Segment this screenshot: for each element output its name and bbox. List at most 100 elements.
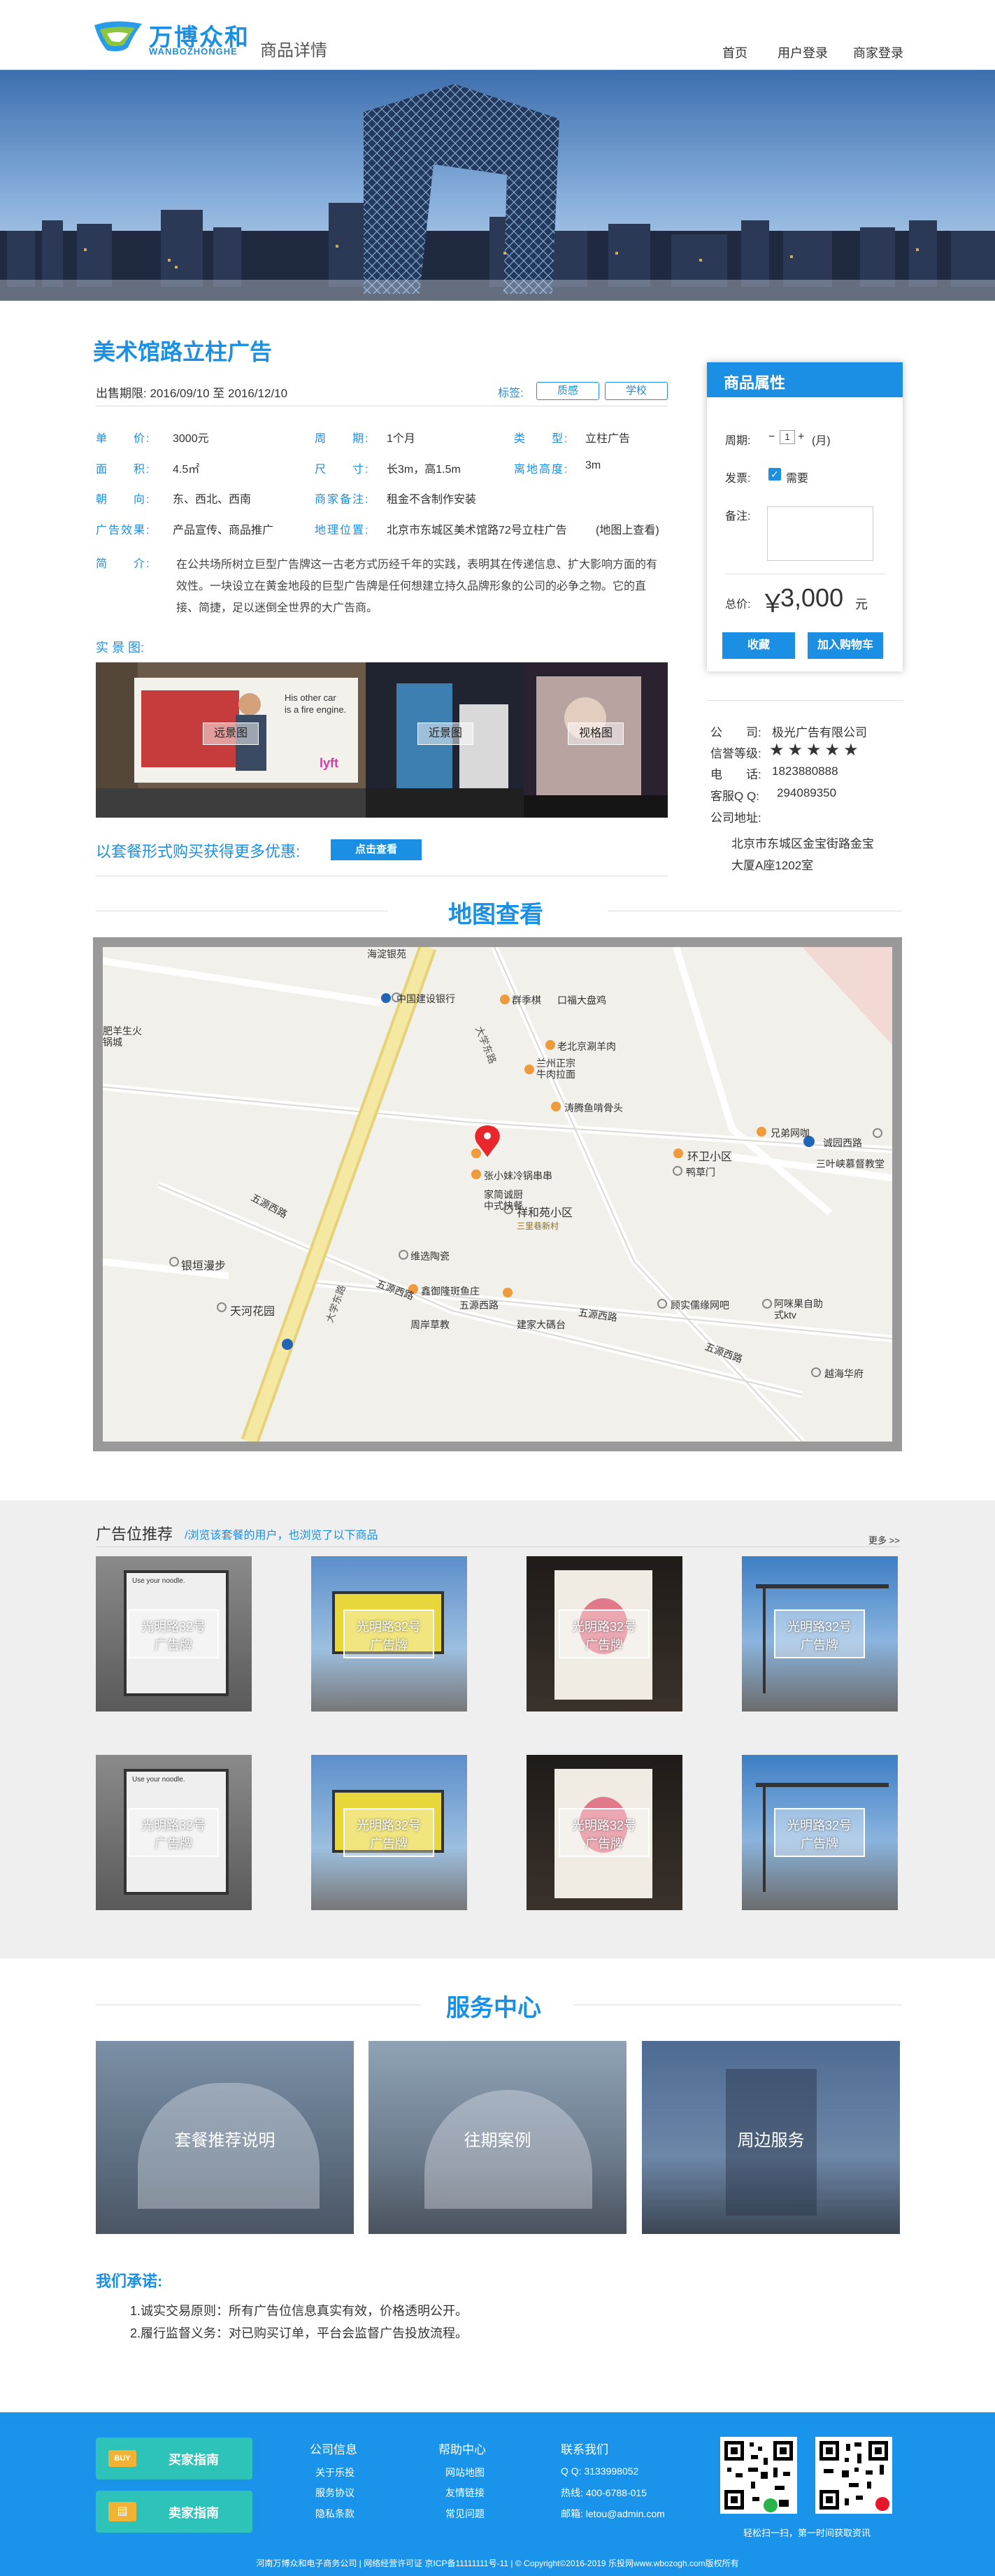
footer-link-friends[interactable]: 友情链接 xyxy=(445,2486,485,2500)
map-label: 维选陶瓷 xyxy=(410,1251,450,1262)
field-label-area: 面 积: xyxy=(96,464,151,476)
recommend-card[interactable]: 光明路32号 广告牌 xyxy=(527,1755,682,1910)
tag-texture[interactable]: 质感 xyxy=(536,382,599,400)
buyer-guide-button[interactable]: BUY 买家指南 xyxy=(96,2438,252,2479)
seller-guide-button[interactable]: ▤ 卖家指南 xyxy=(96,2491,252,2533)
map-label: 诚园西路 xyxy=(823,1137,862,1148)
card-caption: 光明路32号 广告牌 xyxy=(128,1609,219,1658)
footer-link-privacy[interactable]: 隐私条款 xyxy=(315,2507,355,2521)
recommend-title: 广告位推荐 xyxy=(96,1525,173,1543)
recommend-card[interactable]: 光明路32号 广告牌 xyxy=(742,1556,898,1712)
site-logo[interactable]: 万博众和 WANBOZHONGHE xyxy=(93,17,257,60)
recommend-card[interactable]: Use your noodle. 光明路32号 广告牌 xyxy=(96,1556,252,1712)
remark-label: 备注: xyxy=(725,511,751,522)
field-value-cycle: 1个月 xyxy=(387,433,415,445)
footer-link-sitemap[interactable]: 网站地图 xyxy=(445,2465,485,2479)
map-canvas[interactable]: 海淀银苑 中国建设银行 群季棋 口福大盘鸡 老北京涮羊肉 兰州正宗牛肉拉面 涛腾… xyxy=(103,947,892,1442)
map-label: 海淀银苑 xyxy=(367,948,406,960)
card-caption-line2: 广告牌 xyxy=(370,1638,408,1652)
card-caption-line2: 广告牌 xyxy=(801,1837,838,1851)
field-value-area: 4.5㎡ xyxy=(173,464,200,476)
footer-link-about[interactable]: 关于乐投 xyxy=(315,2465,355,2479)
recommend-card[interactable]: 光明路32号 广告牌 xyxy=(311,1556,467,1712)
period-input[interactable]: 1 xyxy=(780,430,795,444)
period-unit: (月) xyxy=(812,435,831,447)
card-caption: 光明路32号 广告牌 xyxy=(774,1609,865,1658)
nav-user-login[interactable]: 用户登录 xyxy=(778,43,828,62)
view-on-map-link[interactable]: (地图上查看) xyxy=(596,520,659,537)
period-plus-button[interactable]: + xyxy=(798,431,804,443)
more-link[interactable]: 更多 >> xyxy=(868,1533,900,1546)
card-caption-line1: 光明路32号 xyxy=(571,1620,637,1634)
field-value-location: 北京市东城区美术馆路72号立柱广告 xyxy=(387,525,567,536)
photo-strip: His other car is a fire engine. lyft 远景图… xyxy=(96,662,668,818)
package-view-button[interactable]: 点击查看 xyxy=(331,839,422,860)
photo-caption-view[interactable]: 视格图 xyxy=(568,723,624,745)
product-title: 美术馆路立柱广告 xyxy=(93,339,273,364)
map-label: 周岸草教 xyxy=(410,1319,450,1330)
map-label: 老北京涮羊肉 xyxy=(557,1041,616,1052)
divider xyxy=(96,1546,900,1547)
card-caption: 光明路32号 广告牌 xyxy=(343,1808,434,1857)
map-label: 天河花园 xyxy=(230,1306,275,1318)
nav-merchant-login[interactable]: 商家登录 xyxy=(853,43,903,62)
card-caption-line1: 光明路32号 xyxy=(787,1819,852,1833)
intro-label: 简 介: xyxy=(96,558,151,570)
service-card-label: 周边服务 xyxy=(737,2131,805,2150)
package-promo-text: 以套餐形式购买获得更多优惠: xyxy=(96,843,301,860)
period-minus-button[interactable]: − xyxy=(768,431,775,443)
field-label-size: 尺 寸: xyxy=(315,464,370,476)
service-card-cases[interactable]: 往期案例 xyxy=(368,2041,627,2234)
remark-textarea[interactable] xyxy=(767,506,873,561)
map-label: 涛腾鱼啃骨头 xyxy=(564,1102,623,1113)
add-to-cart-button[interactable]: 加入购物车 xyxy=(808,632,883,659)
intro-text: 在公共场所树立巨型广告牌这一古老方式历经千年的实践，表明其在传递信息、扩大影响方… xyxy=(176,559,658,614)
invoice-checkbox[interactable]: ✓ xyxy=(768,468,781,481)
field-value-price: 3000元 xyxy=(173,433,209,445)
location-map[interactable]: 海淀银苑 中国建设银行 群季棋 口福大盘鸡 老北京涮羊肉 兰州正宗牛肉拉面 涛腾… xyxy=(93,937,902,1451)
map-label: 鑫御隆斑鱼庄 xyxy=(421,1286,480,1297)
panel-title: 商品属性 xyxy=(707,362,903,397)
card-caption-line1: 光明路32号 xyxy=(787,1620,852,1634)
phone-value: 1823880888 xyxy=(772,764,838,778)
sale-period-value: 2016/09/10 至 2016/12/10 xyxy=(150,387,288,400)
service-card-label: 套餐推荐说明 xyxy=(174,2131,275,2150)
service-card-package[interactable]: 套餐推荐说明 xyxy=(96,2041,354,2234)
total-price: 3,000 xyxy=(780,583,844,612)
shelter-post-image xyxy=(763,1588,766,1693)
photo-caption-far[interactable]: 远景图 xyxy=(203,723,259,745)
shelter-post-image xyxy=(763,1787,766,1892)
credit-stars: ★★★★★ xyxy=(769,741,862,760)
shelter-roof-image xyxy=(756,1584,889,1588)
card-caption-line1: 光明路32号 xyxy=(141,1819,206,1833)
field-label-price: 单 价: xyxy=(96,433,151,445)
period-label: 周期: xyxy=(725,435,751,447)
buy-icon: BUY xyxy=(108,2450,136,2467)
recommend-card[interactable]: 光明路32号 广告牌 xyxy=(311,1755,467,1910)
field-label-cycle: 周 期: xyxy=(315,433,370,445)
map-label: 三叶峡慕督教堂 xyxy=(816,1158,885,1169)
map-label: 越海华府 xyxy=(824,1368,864,1379)
service-card-nearby[interactable]: 周边服务 xyxy=(642,2041,900,2234)
recommend-card[interactable]: 光明路32号 广告牌 xyxy=(742,1755,898,1910)
photo-caption-near[interactable]: 近景图 xyxy=(417,723,473,745)
tag-school[interactable]: 学校 xyxy=(605,382,668,400)
collect-button[interactable]: 收藏 xyxy=(722,632,795,659)
invoice-option: 需要 xyxy=(786,473,809,485)
logo-mark-icon xyxy=(94,21,142,52)
card-caption: 光明路32号 广告牌 xyxy=(774,1808,865,1857)
photo-ad-text-1: His other car xyxy=(285,692,336,703)
recommend-card[interactable]: 光明路32号 广告牌 xyxy=(527,1556,682,1712)
card-caption: 光明路32号 广告牌 xyxy=(559,1808,650,1857)
footer-link-faq[interactable]: 常见问题 xyxy=(445,2507,485,2521)
photo-brand-text: lyft xyxy=(320,756,338,770)
card-caption-line2: 广告牌 xyxy=(585,1837,623,1851)
card-caption-line2: 广告牌 xyxy=(585,1638,623,1652)
nav-home[interactable]: 首页 xyxy=(722,43,747,62)
recommend-card[interactable]: Use your noodle. 光明路32号 广告牌 xyxy=(96,1755,252,1910)
footer-contact-email[interactable]: 邮箱: letou@admin.com xyxy=(561,2507,665,2521)
footer-link-agreement[interactable]: 服务协议 xyxy=(315,2486,355,2500)
card-caption-line1: 光明路32号 xyxy=(571,1819,637,1833)
footer-help-title: 帮助中心 xyxy=(438,2443,486,2456)
buyer-guide-label: 买家指南 xyxy=(169,2453,219,2467)
